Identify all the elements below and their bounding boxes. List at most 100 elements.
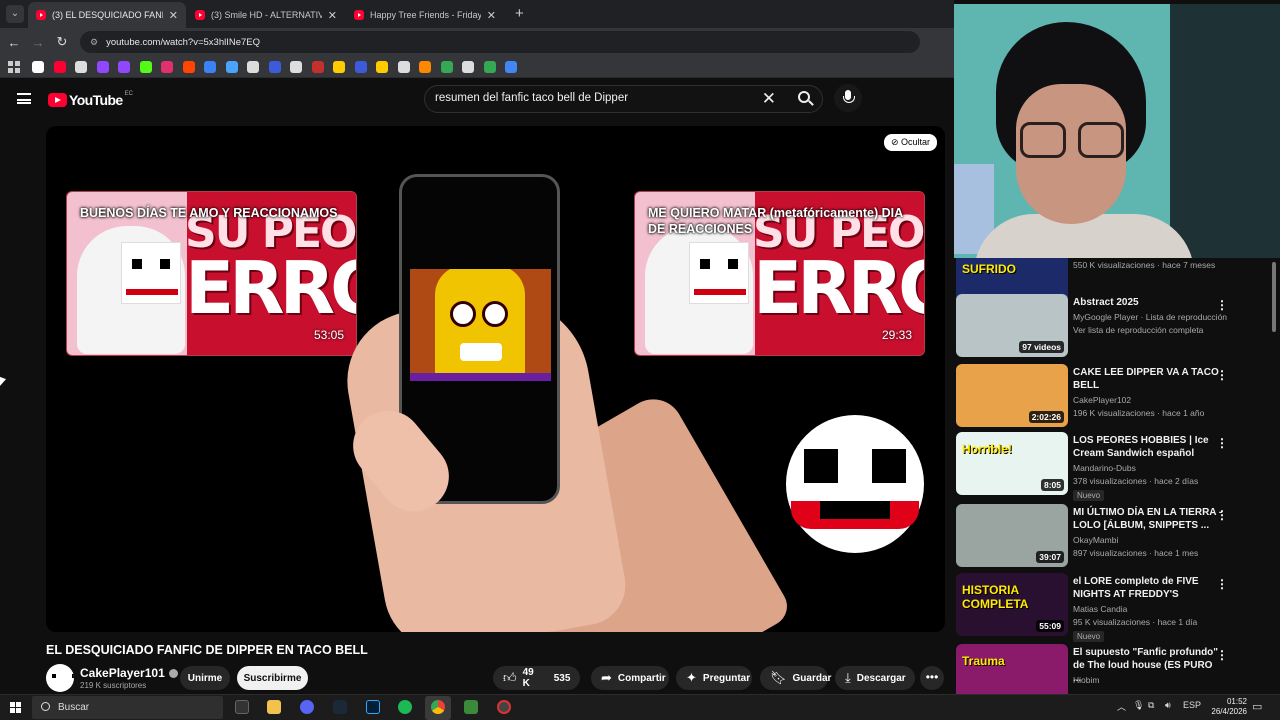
close-tab-icon[interactable]: ✕ bbox=[487, 9, 496, 22]
app-icon[interactable] bbox=[464, 700, 478, 714]
video-title[interactable]: el LORE completo de FIVE NIGHTS AT FREDD… bbox=[1073, 575, 1223, 601]
microphone-icon[interactable] bbox=[834, 84, 862, 112]
join-button[interactable]: Unirme bbox=[180, 666, 230, 690]
photoshop-icon[interactable] bbox=[366, 700, 380, 714]
video-player[interactable]: ⊘ Ocultar SU PEOR ERROR BUENOS DÍAS TE A… bbox=[46, 126, 945, 632]
bookmark-favicon-icon[interactable] bbox=[247, 60, 259, 73]
new-tab-icon[interactable]: + bbox=[515, 5, 524, 22]
video-thumbnail[interactable]: Trauma bbox=[956, 644, 1068, 694]
video-title[interactable]: MI ÚLTIMO DÍA EN LA TIERRA - LOLO [ÁLBUM… bbox=[1073, 506, 1223, 532]
channel-name[interactable]: Matias Candia bbox=[1073, 604, 1127, 614]
bookmark-favicon-icon[interactable] bbox=[225, 60, 238, 73]
more-options-icon[interactable]: ⋮ bbox=[1216, 368, 1228, 382]
url-field[interactable]: ⚙ youtube.com/watch?v=5x3hlINe7EQ bbox=[80, 31, 920, 53]
tab-search-button[interactable]: ⌄ bbox=[6, 5, 24, 23]
bookmark-favicon-icon[interactable] bbox=[376, 60, 388, 73]
recommended-video[interactable]: 39:07 MI ÚLTIMO DÍA EN LA TIERRA - LOLO [… bbox=[956, 504, 1276, 570]
download-button[interactable]: ⤓ Descargar bbox=[835, 666, 915, 690]
save-button[interactable]: 🔖︎ Guardar bbox=[760, 666, 831, 690]
ask-button[interactable]: ✦ Preguntar bbox=[676, 666, 752, 690]
bookmark-favicon-icon[interactable] bbox=[462, 60, 474, 73]
bookmark-favicon-icon[interactable] bbox=[139, 60, 152, 73]
sidebar-scrollbar[interactable] bbox=[1272, 262, 1276, 332]
video-thumbnail[interactable]: 97 videos bbox=[956, 294, 1068, 357]
chrome-icon[interactable] bbox=[431, 700, 445, 714]
bookmark-favicon-icon[interactable] bbox=[268, 60, 281, 73]
recommended-video[interactable]: Trauma El supuesto "Fanfic profundo" de T… bbox=[956, 644, 1276, 694]
bookmark-favicon-icon[interactable] bbox=[483, 60, 496, 73]
epic-games-icon[interactable] bbox=[235, 700, 249, 714]
channel-name[interactable]: Hiobim bbox=[1073, 675, 1099, 685]
discord-icon[interactable] bbox=[300, 700, 314, 714]
clear-search-icon[interactable]: ✕ bbox=[762, 90, 776, 108]
bookmark-favicon-icon[interactable] bbox=[505, 60, 517, 73]
tray-chevron-icon[interactable]: ︿ bbox=[1117, 700, 1126, 713]
recommended-video[interactable]: Horrible! 8:05 LOS PEORES HOBBIES | Ice Cr… bbox=[956, 432, 1276, 501]
browser-tab[interactable]: Happy Tree Friends - Friday the ✕ bbox=[346, 2, 504, 28]
channel-name[interactable]: Mandarino-Dubs bbox=[1073, 463, 1136, 473]
youtube-logo[interactable]: YouTube EC bbox=[48, 91, 133, 108]
more-options-icon[interactable]: ⋮ bbox=[1216, 436, 1228, 450]
back-arrow-icon[interactable]: ← bbox=[2, 35, 26, 50]
bookmark-favicon-icon[interactable] bbox=[290, 60, 302, 73]
more-options-icon[interactable]: ⋮ bbox=[1216, 508, 1228, 522]
clock[interactable]: 01:52 26/4/2026 bbox=[1197, 697, 1247, 717]
video-thumbnail[interactable]: 39:07 bbox=[956, 504, 1068, 567]
bookmark-favicon-icon[interactable] bbox=[397, 60, 410, 73]
microphone-tray-icon[interactable]: 🎙︎ bbox=[1133, 700, 1144, 711]
obs-icon[interactable] bbox=[497, 700, 511, 714]
bookmark-favicon-icon[interactable] bbox=[161, 60, 173, 73]
bookmark-favicon-icon[interactable] bbox=[32, 60, 44, 73]
more-options-icon[interactable]: ⋮ bbox=[1216, 298, 1228, 312]
steam-icon[interactable] bbox=[333, 700, 347, 714]
more-actions-icon[interactable]: ••• bbox=[920, 666, 944, 690]
comment-count[interactable]: 535 bbox=[554, 673, 571, 684]
browser-tab-active[interactable]: (3) EL DESQUICIADO FANFIC DE ✕ bbox=[28, 2, 186, 28]
bookmark-favicon-icon[interactable] bbox=[311, 60, 324, 73]
site-info-icon[interactable]: ⚙ bbox=[90, 37, 98, 48]
recommended-video[interactable]: HISTORIA COMPLETA 55:09 el LORE completo d… bbox=[956, 573, 1276, 642]
video-title[interactable]: Abstract 2025 bbox=[1073, 296, 1223, 309]
video-title[interactable]: LOS PEORES HOBBIES | Ice Cream Sandwich … bbox=[1073, 434, 1223, 460]
bookmark-favicon-icon[interactable] bbox=[75, 60, 87, 73]
bookmark-favicon-icon[interactable] bbox=[118, 60, 130, 73]
channel-avatar[interactable] bbox=[46, 664, 74, 692]
bookmark-favicon-icon[interactable] bbox=[204, 60, 216, 73]
bookmark-favicon-icon[interactable] bbox=[354, 60, 367, 73]
endcard-video[interactable]: SU PEOR ERROR BUENOS DÍAS TE AMO Y REACC… bbox=[66, 191, 357, 356]
hide-endscreen-button[interactable]: ⊘ Ocultar bbox=[883, 134, 937, 151]
thumbs-up-icon[interactable]: 👍︎ bbox=[503, 670, 517, 686]
reload-icon[interactable]: ↻ bbox=[50, 34, 74, 50]
channel-name[interactable]: MyGoogle Player · Lista de reproducción bbox=[1073, 312, 1227, 322]
video-title[interactable]: CAKE LEE DIPPER VA A TACO BELL bbox=[1073, 366, 1223, 392]
taskbar-search[interactable]: Buscar bbox=[32, 696, 223, 719]
video-thumbnail[interactable]: 2:02:26 bbox=[956, 364, 1068, 427]
forward-arrow-icon[interactable]: → bbox=[26, 35, 50, 50]
search-input[interactable]: resumen del fanfic taco bell de Dipper ✕ bbox=[424, 85, 823, 113]
bookmark-favicon-icon[interactable] bbox=[96, 60, 109, 73]
browser-tab[interactable]: (3) Smile HD - ALTERNATIVE FIL ✕ bbox=[187, 2, 345, 28]
subscribe-button[interactable]: Suscribirme bbox=[237, 666, 308, 690]
windows-start-icon[interactable] bbox=[10, 702, 21, 713]
bookmark-favicon-icon[interactable] bbox=[333, 60, 345, 73]
network-icon[interactable]: ⧉ bbox=[1148, 700, 1154, 711]
menu-icon[interactable] bbox=[17, 93, 31, 104]
volume-icon[interactable]: 🔊︎ bbox=[1165, 700, 1171, 711]
search-icon[interactable] bbox=[798, 91, 810, 103]
recommended-video[interactable]: 2:02:26 CAKE LEE DIPPER VA A TACO BELL Cak… bbox=[956, 364, 1276, 430]
bookmark-favicon-icon[interactable] bbox=[53, 60, 66, 73]
video-thumbnail[interactable]: Horrible! 8:05 bbox=[956, 432, 1068, 495]
close-tab-icon[interactable]: ✕ bbox=[328, 9, 337, 22]
file-explorer-icon[interactable] bbox=[267, 700, 281, 714]
channel-name[interactable]: CakePlayer102 bbox=[1073, 395, 1131, 405]
channel-name[interactable]: CakePlayer101 bbox=[80, 666, 178, 680]
like-dislike-group[interactable]: 👍︎ 49 K 535 bbox=[493, 666, 580, 690]
channel-endcard-logo[interactable] bbox=[786, 415, 924, 553]
more-options-icon[interactable]: ⋮ bbox=[1216, 577, 1228, 591]
more-options-icon[interactable]: ⋮ bbox=[1216, 648, 1228, 662]
spotify-icon[interactable] bbox=[398, 700, 412, 714]
channel-name[interactable]: OkayMambi bbox=[1073, 535, 1118, 545]
video-thumbnail[interactable]: HISTORIA COMPLETA 55:09 bbox=[956, 573, 1068, 636]
endcard-video[interactable]: SU PEOR ERROR ME QUIERO MATAR (metafóric… bbox=[634, 191, 925, 356]
recommended-video[interactable]: 97 videos Abstract 2025 MyGoogle Player · … bbox=[956, 294, 1276, 360]
